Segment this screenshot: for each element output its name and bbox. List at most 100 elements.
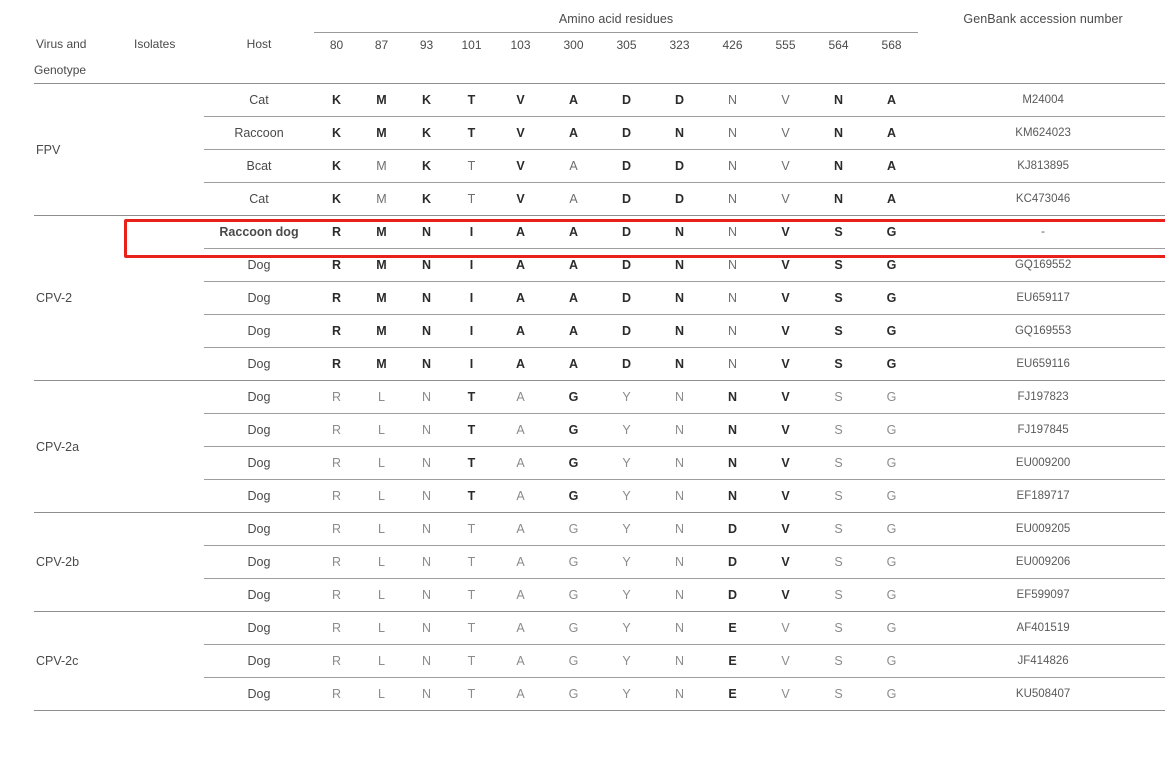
residue-cell-568: G <box>886 390 897 404</box>
residue-cell-568: A <box>887 126 897 140</box>
residue-cell-103: A <box>515 258 526 272</box>
residue-cell-323: D <box>674 93 685 107</box>
column-header-row-second: Genotype <box>34 57 1165 84</box>
residue-cell-80: R <box>331 654 342 668</box>
host-cell: Dog <box>247 654 271 668</box>
residue-cell-80: R <box>331 423 342 437</box>
table-row[interactable]: Dog R L N T A G Y N N V S G FJ197845 <box>34 415 1165 447</box>
host-cell: Dog <box>247 357 271 371</box>
residue-cell-93: K <box>421 93 432 107</box>
residue-cell-87: M <box>376 258 387 272</box>
table-row[interactable]: Dog R M N I A A D N N V S G EU659117 <box>34 283 1165 315</box>
residue-cell-101: T <box>467 192 476 206</box>
residue-cell-80: R <box>331 357 342 371</box>
residue-cell-426: N <box>727 93 738 107</box>
residue-cell-555: V <box>781 654 790 668</box>
residue-cell-93: N <box>421 621 432 635</box>
residue-cell-87: M <box>376 324 387 338</box>
col-residue-101: 101 <box>461 37 482 52</box>
residue-cell-87: M <box>376 192 387 206</box>
col-residue-80: 80 <box>329 37 344 52</box>
isolate-cell <box>132 151 204 183</box>
col-residue-300: 300 <box>563 37 584 52</box>
table-row[interactable]: Dog R L N T A G Y N E V S G KU508407 <box>34 679 1165 711</box>
table-row[interactable]: Dog R M N I A A D N N V S G GQ169553 <box>34 316 1165 348</box>
isolate-cell <box>132 646 204 678</box>
accession-cell: KU508407 <box>1015 688 1071 700</box>
col-isolates-label: Isolates <box>134 37 176 52</box>
host-cell: Dog <box>247 291 271 305</box>
residue-cell-80: K <box>331 93 342 107</box>
col-residue-568: 568 <box>881 37 902 52</box>
residue-cell-426: D <box>727 522 738 536</box>
residue-cell-568: G <box>886 357 897 371</box>
residue-cell-80: R <box>331 291 342 305</box>
table-row[interactable]: Dog R L N T A G Y N D V S G EU009206 <box>34 547 1165 579</box>
accession-cell: EU659117 <box>1016 292 1070 304</box>
residue-cell-568: G <box>886 555 897 569</box>
isolate-cell <box>132 283 204 315</box>
table-row[interactable]: Dog R L N T A G Y N N V S G EU009200 <box>34 448 1165 480</box>
table-row[interactable]: CPV-2c Dog R L N T A G Y N E V S G AF401519 <box>34 613 1165 668</box>
residue-cell-93: N <box>421 324 432 338</box>
residue-cell-568: G <box>886 258 897 272</box>
residue-cell-564: S <box>834 555 843 569</box>
residue-cell-93: K <box>421 192 432 206</box>
accession-cell: EU009205 <box>1015 523 1071 535</box>
residue-cell-300: G <box>568 687 579 701</box>
host-cell: Dog <box>247 456 271 470</box>
residue-cell-300: A <box>568 357 579 371</box>
table-row[interactable]: Cat K M K T V A D D N V N A KC473046 <box>34 184 1165 216</box>
table-row[interactable]: Dog R L N T A G Y N D V S G EF599097 <box>34 580 1165 612</box>
accession-cell: GQ169553 <box>1014 325 1072 337</box>
residue-cell-305: D <box>621 258 632 272</box>
residue-cell-564: S <box>834 423 843 437</box>
table-row[interactable]: Raccoon K M K T V A D N N V N A KM624023 <box>34 118 1165 150</box>
table-row[interactable]: Dog R M N I A A D N N V S G EU659116 <box>34 349 1165 381</box>
residue-cell-101: I <box>469 225 474 239</box>
residue-cell-323: N <box>674 555 685 569</box>
accession-cell: EU009206 <box>1015 556 1071 568</box>
residue-cell-426: N <box>727 423 738 437</box>
host-cell: Dog <box>247 489 271 503</box>
table-row[interactable]: CPV-2 Raccoon dog R M N I A A D N N V S G - <box>34 217 1165 305</box>
residue-cell-103: A <box>516 588 525 602</box>
residue-cell-87: L <box>378 489 385 503</box>
residue-cell-305: D <box>621 93 632 107</box>
table-row[interactable]: CPV-2a Dog R L N T A G Y N N V S G FJ197823 <box>34 382 1165 454</box>
table-row[interactable]: CPV-2b Dog R L N T A G Y N D V S G EU009205 <box>34 514 1165 569</box>
accession-cell: EU659116 <box>1016 358 1070 370</box>
residue-cell-80: R <box>331 324 342 338</box>
residue-cell-426: N <box>727 159 738 173</box>
residue-cell-564: N <box>833 192 844 206</box>
isolate-cell <box>132 679 204 711</box>
accession-cell: EF599097 <box>1016 589 1070 601</box>
table-row[interactable]: Dog R L N T A G Y N E V S G JF414826 <box>34 646 1165 678</box>
residue-cell-564: S <box>834 654 843 668</box>
table-row[interactable]: Bcat K M K T V A D D N V N A KJ813895 <box>34 151 1165 183</box>
residue-cell-103: V <box>516 126 525 140</box>
residue-cell-300: G <box>568 489 579 503</box>
residue-cell-103: V <box>516 93 525 107</box>
residue-cell-87: L <box>378 456 385 470</box>
residue-cell-323: N <box>674 588 685 602</box>
host-cell: Dog <box>247 687 271 701</box>
table-row[interactable]: FPV Cat K M K T V A D D N V N A M24004 <box>34 85 1165 157</box>
residue-cell-101: T <box>467 687 476 701</box>
residue-cell-300: A <box>568 126 579 140</box>
residue-cell-101: T <box>467 489 476 503</box>
residue-cell-103: A <box>516 621 525 635</box>
residue-cell-426: N <box>727 324 738 338</box>
residue-cell-101: T <box>467 621 476 635</box>
residue-cell-103: A <box>516 687 525 701</box>
residue-cell-93: N <box>421 654 432 668</box>
residue-cell-568: G <box>886 291 897 305</box>
table-row[interactable]: Dog R L N T A G Y N N V S G EF189717 <box>34 481 1165 513</box>
residue-cell-101: I <box>469 291 474 305</box>
residue-cell-80: K <box>331 192 342 206</box>
residue-cell-300: G <box>568 555 579 569</box>
isolate-cell <box>132 85 204 117</box>
residue-cell-93: N <box>421 423 432 437</box>
residue-cell-323: D <box>674 192 685 206</box>
table-row[interactable]: Dog R M N I A A D N N V S G GQ169552 <box>34 250 1165 282</box>
